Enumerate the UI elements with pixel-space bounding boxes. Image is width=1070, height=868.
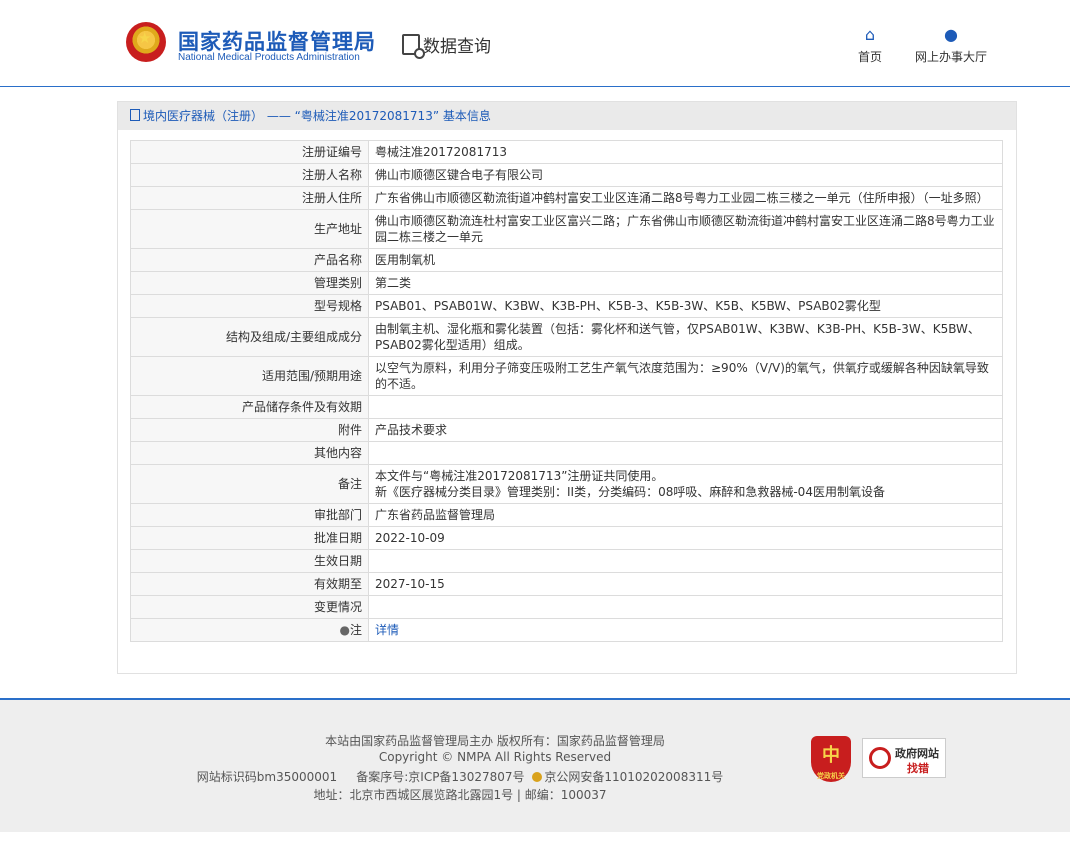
nav-online-service-hall-label: 网上办事大厅 [914,50,987,64]
row-label: 注册人名称 [130,163,369,187]
row-label: 生效日期 [130,549,369,573]
table-row: 型号规格 PSAB01、PSAB01W、K3BW、K3B-PH、K5B-3、K5… [130,294,1003,318]
user-icon: ● [944,25,958,44]
table-row: 批准日期 2022-10-09 [130,526,1003,550]
national-emblem-icon: ★ [126,22,166,62]
row-label: 注册证编号 [130,140,369,164]
details-link[interactable]: 详情 [375,623,399,637]
row-value: 佛山市顺德区勒流连杜村富安工业区富兴二路；广东省佛山市顺德区勒流街道冲鹤村富安工… [368,209,1003,249]
row-label: 有效期至 [130,572,369,596]
remark-line-1: 本文件与“粤械注准20172081713”注册证共同使用。 [375,469,664,483]
find-error-badge-line-2: 找错 [907,762,929,775]
row-value: 广东省佛山市顺德区勒流街道冲鹤村富安工业区连涌二路8号粤力工业园二栋三楼之一单元… [368,186,1003,210]
find-error-badge-line-1: 政府网站 [895,747,939,760]
table-row: 备注 本文件与“粤械注准20172081713”注册证共同使用。 新《医疗器械分… [130,464,1003,504]
row-value: 佛山市顺德区键合电子有限公司 [368,163,1003,187]
nav-home-label: 首页 [857,50,882,64]
row-value [368,395,1003,419]
table-row: 注册人名称 佛山市顺德区键合电子有限公司 [130,163,1003,187]
police-badge-icon [532,772,543,782]
party-government-badge-text: 党政机关 [817,772,845,780]
table-row: 其他内容 [130,441,1003,465]
nav-home[interactable]: ⌂ 首页 [850,26,890,65]
row-value: 医用制氧机 [368,248,1003,272]
panel-title: 境内医疗器械（注册） —— “粤械注准20172081713” 基本信息 [118,102,1016,130]
info-table: 注册证编号 粤械注准20172081713 注册人名称 佛山市顺德区键合电子有限… [130,140,1003,642]
row-value: 广东省药品监督管理局 [368,503,1003,527]
row-value: 由制氧主机、湿化瓶和雾化装置（包括：雾化杯和送气管，仅PSAB01W、K3BW、… [368,317,1003,357]
table-row: 生产地址 佛山市顺德区勒流连杜村富安工业区富兴二路；广东省佛山市顺德区勒流街道冲… [130,209,1003,249]
nav-online-service-hall[interactable]: ● 网上办事大厅 [906,26,996,65]
site-header: ★ 国家药品监督管理局 National Medical Products Ad… [0,0,1070,87]
table-row: 结构及组成/主要组成成分 由制氧主机、湿化瓶和雾化装置（包括：雾化杯和送气管，仅… [130,317,1003,357]
row-value-link-cell: 详情 [368,618,1003,642]
row-label: 产品名称 [130,248,369,272]
row-value: PSAB01、PSAB01W、K3BW、K3B-PH、K5B-3、K5B-3W、… [368,294,1003,318]
document-search-icon [402,34,425,59]
table-row: ●注 详情 [130,618,1003,642]
logo-subtitle[interactable]: National Medical Products Administration [178,52,360,63]
footer-icp-link[interactable]: 备案序号:京ICP备13027807号 [356,770,524,784]
row-value [368,549,1003,573]
row-value: 第二类 [368,271,1003,295]
footer-address: 地址：北京市西城区展览路北露园1号 | 邮编：100037 [313,788,607,802]
panel-title-text: 境内医疗器械（注册） —— “粤械注准20172081713” 基本信息 [143,109,491,123]
row-value [368,595,1003,619]
table-row: 产品储存条件及有效期 [130,395,1003,419]
row-value: 2027-10-15 [368,572,1003,596]
row-value: 产品技术要求 [368,418,1003,442]
document-icon [130,109,140,121]
row-value-remark: 本文件与“粤械注准20172081713”注册证共同使用。 新《医疗器械分类目录… [368,464,1003,504]
row-label: 批准日期 [130,526,369,550]
row-value [368,441,1003,465]
data-query-link[interactable]: 数据查询 [402,32,491,59]
remark-line-2: 新《医疗器械分类目录》管理类别：II类，分类编码：08呼吸、麻醉和急救器械-04… [375,485,885,499]
party-government-badge[interactable]: 中党政机关 [811,736,851,782]
row-label: 注 [349,623,362,637]
footer-site-id: 网站标识码bm35000001 [196,770,338,784]
magnifier-icon [869,747,891,769]
table-row: 附件 产品技术要求 [130,418,1003,442]
row-label: 适用范围/预期用途 [130,356,369,396]
lightbulb-icon: ● [339,623,350,637]
row-label: 生产地址 [130,209,369,249]
table-row: 注册人住所 广东省佛山市顺德区勒流街道冲鹤村富安工业区连涌二路8号粤力工业园二栋… [130,186,1003,210]
row-label: 备注 [130,464,369,504]
device-info-panel: 境内医疗器械（注册） —— “粤械注准20172081713” 基本信息 注册证… [117,101,1017,674]
row-value: 粤械注准20172081713 [368,140,1003,164]
row-label: 其他内容 [130,441,369,465]
row-label: 附件 [130,418,369,442]
table-row: 注册证编号 粤械注准20172081713 [130,140,1003,164]
footer-police-link[interactable]: 京公网安备11010202008311号 [544,770,723,784]
row-label: 管理类别 [130,271,369,295]
row-label: 审批部门 [130,503,369,527]
table-row: 生效日期 [130,549,1003,573]
table-row: 管理类别 第二类 [130,271,1003,295]
table-row: 审批部门 广东省药品监督管理局 [130,503,1003,527]
data-query-label: 数据查询 [423,37,491,57]
table-row: 有效期至 2027-10-15 [130,572,1003,596]
row-label: 结构及组成/主要组成成分 [130,317,369,357]
note-label-cell: ●注 [130,618,369,642]
table-row: 变更情况 [130,595,1003,619]
home-icon: ⌂ [864,25,876,44]
find-error-badge[interactable]: 政府网站 找错 [862,738,946,778]
row-label: 变更情况 [130,595,369,619]
table-row: 产品名称 医用制氧机 [130,248,1003,272]
table-row: 适用范围/预期用途 以空气为原料，利用分子筛变压吸附工艺生产氧气浓度范围为：≥9… [130,356,1003,396]
row-label: 注册人住所 [130,186,369,210]
row-value: 2022-10-09 [368,526,1003,550]
row-value: 以空气为原料，利用分子筛变压吸附工艺生产氧气浓度范围为：≥90%（V/V)的氧气… [368,356,1003,396]
row-label: 型号规格 [130,294,369,318]
row-label: 产品储存条件及有效期 [130,395,369,419]
